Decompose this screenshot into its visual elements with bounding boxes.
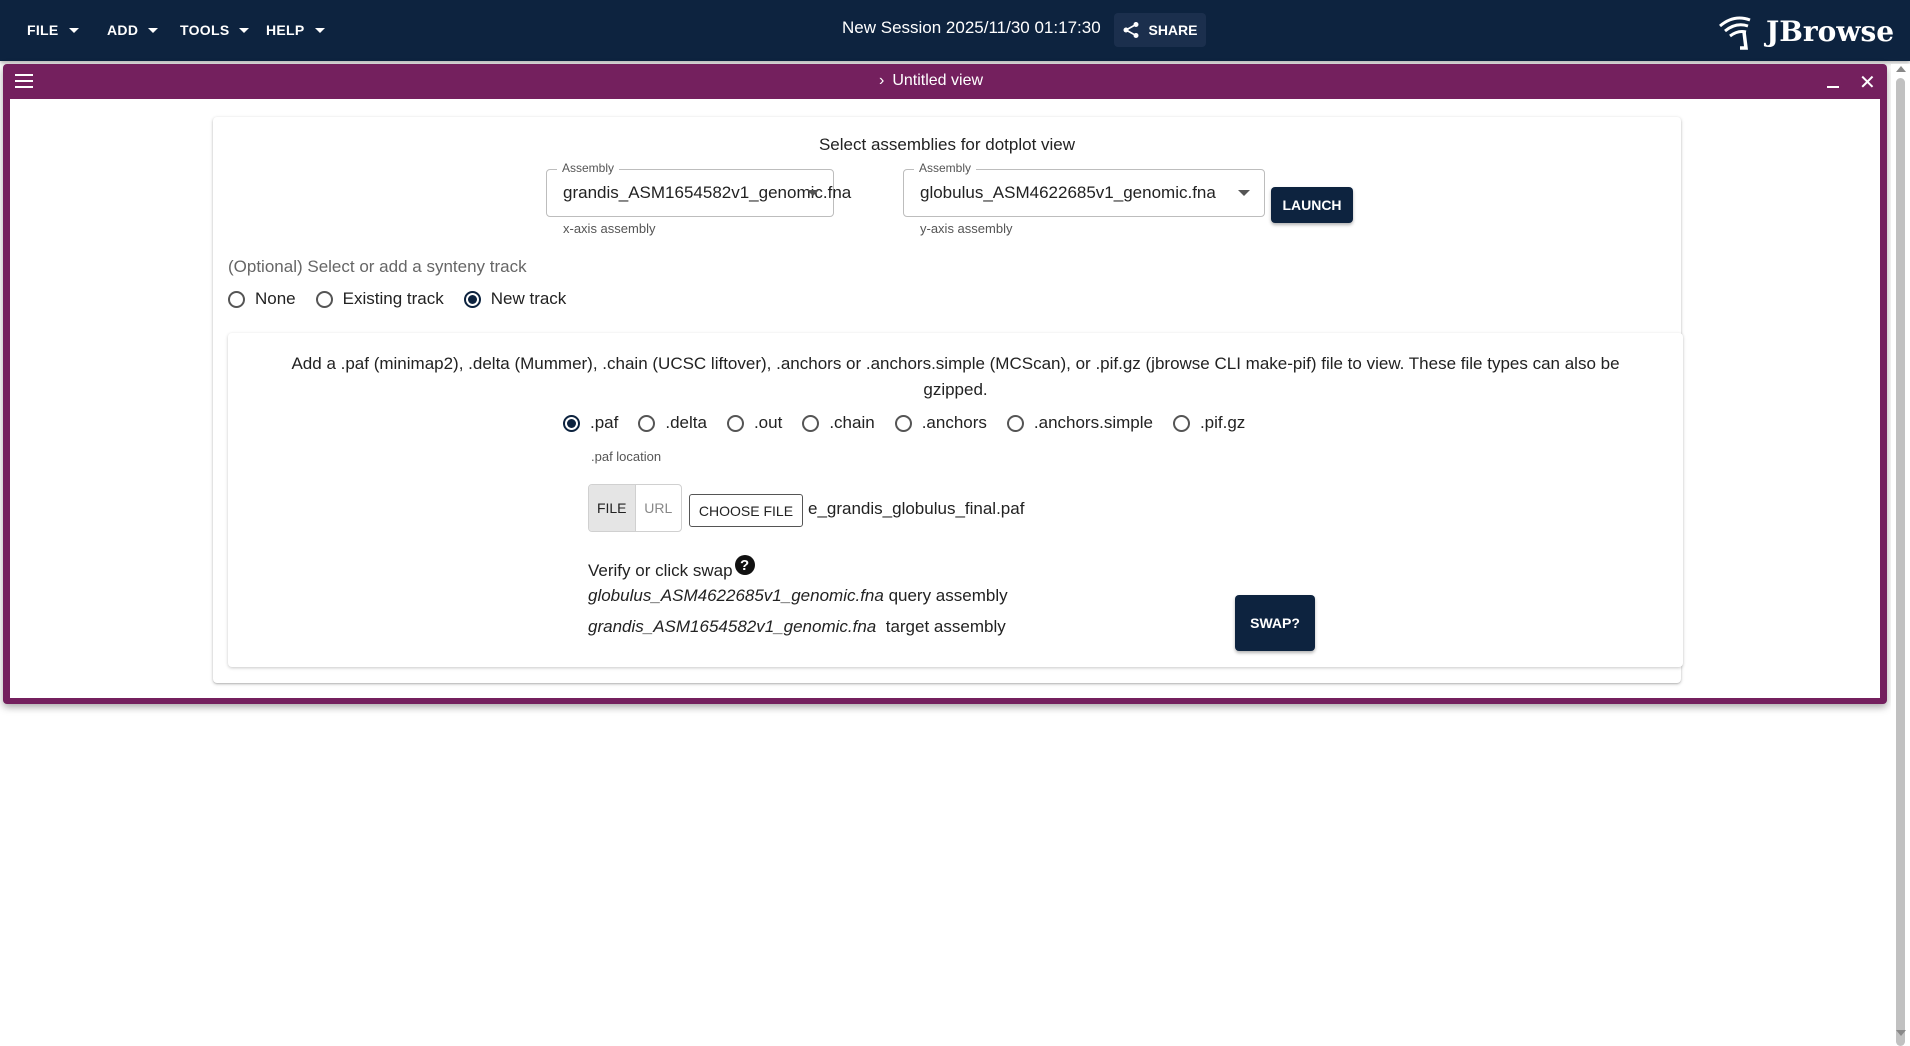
choose-file-button[interactable]: CHOOSE FILE xyxy=(689,494,803,527)
query-assembly-name: globulus_ASM4622685v1_genomic.fna xyxy=(588,586,884,605)
verify-swap-label: Verify or click swap xyxy=(588,561,733,580)
close-icon[interactable]: ✕ xyxy=(1859,70,1876,95)
track-option-label: New track xyxy=(490,289,567,308)
scroll-thumb[interactable] xyxy=(1896,78,1905,1046)
session-title[interactable]: New Session 2025/11/30 01:17:30 xyxy=(842,18,1101,38)
format-option-label: .anchors xyxy=(921,413,987,432)
scroll-down-icon[interactable] xyxy=(1896,1030,1906,1036)
page-scrollbar[interactable] xyxy=(1891,64,1910,1046)
target-assembly-suffix: target assembly xyxy=(885,617,1006,636)
swap-button[interactable]: SWAP? xyxy=(1235,595,1315,651)
help-menu-label: HELP xyxy=(266,22,305,38)
synteny-track-label: (Optional) Select or add a synteny track xyxy=(228,257,527,276)
caret-down-icon xyxy=(68,27,79,33)
x-assembly-select[interactable]: Assembly grandis_ASM1654582v1_genomic.fn… xyxy=(546,161,851,217)
track-option-new[interactable]: New track xyxy=(463,289,567,309)
radio-checked-icon xyxy=(463,290,481,308)
x-assembly-helper: x-axis assembly xyxy=(563,221,656,236)
app-bar: FILE ADD TOOLS HELP New Session 2025/11/… xyxy=(0,0,1910,61)
format-option-label: .pif.gz xyxy=(1199,413,1246,432)
radio-unchecked-icon xyxy=(1006,414,1024,432)
file-url-toggle: FILE URL xyxy=(588,484,682,532)
add-menu-button[interactable]: ADD xyxy=(107,16,159,44)
format-option-chain[interactable]: .chain xyxy=(802,413,875,433)
share-button[interactable]: SHARE xyxy=(1114,13,1206,47)
track-option-group: None Existing track New track xyxy=(228,289,586,309)
new-track-panel: Add a .paf (minimap2), .delta (Mummer), … xyxy=(228,333,1683,667)
view-title: Untitled view xyxy=(892,72,984,89)
minimize-icon[interactable] xyxy=(1827,86,1839,88)
x-assembly-label: Assembly xyxy=(557,161,620,175)
format-option-label: .delta xyxy=(665,413,707,432)
chevron-right-icon: › xyxy=(879,72,885,89)
format-option-delta[interactable]: .delta xyxy=(638,413,707,433)
track-option-existing[interactable]: Existing track xyxy=(315,289,444,309)
format-option-anchors[interactable]: .anchors xyxy=(894,413,987,433)
jbrowse-logo-icon xyxy=(1719,16,1751,50)
tools-menu-label: TOOLS xyxy=(180,22,230,38)
track-option-label: Existing track xyxy=(342,289,444,308)
caret-down-icon xyxy=(314,27,325,33)
share-label: SHARE xyxy=(1148,22,1198,38)
hamburger-menu-icon[interactable] xyxy=(15,74,33,88)
view-title-button[interactable]: › Untitled view xyxy=(879,72,983,90)
format-option-label: .chain xyxy=(829,413,875,432)
logo-text: JBrowse xyxy=(1766,14,1895,48)
file-toggle-button[interactable]: FILE xyxy=(589,485,636,531)
dotplot-view-panel: › Untitled view ✕ Select assemblies for … xyxy=(3,64,1887,704)
radio-checked-icon xyxy=(563,414,580,432)
caret-down-icon xyxy=(148,27,159,33)
help-circle-icon[interactable]: ? xyxy=(734,555,755,575)
radio-unchecked-icon xyxy=(638,414,656,432)
radio-unchecked-icon xyxy=(228,290,245,308)
card-heading: Select assemblies for dotplot view xyxy=(818,135,1076,154)
launch-button[interactable]: LAUNCH xyxy=(1271,187,1353,223)
view-header: › Untitled view ✕ xyxy=(3,64,1887,99)
view-body: Select assemblies for dotplot view Assem… xyxy=(10,99,1880,698)
target-assembly-name: grandis_ASM1654582v1_genomic.fna xyxy=(588,617,877,636)
target-assembly-line: grandis_ASM1654582v1_genomic.fna target … xyxy=(588,617,1006,637)
radio-unchecked-icon xyxy=(802,414,820,432)
y-assembly-helper: y-axis assembly xyxy=(920,221,1013,236)
format-option-anchors-simple[interactable]: .anchors.simple xyxy=(1006,413,1153,433)
selected-file-name: e_grandis_globulus_final.paf xyxy=(808,499,1025,518)
file-location-label: .paf location xyxy=(591,449,662,464)
verify-swap-row: Verify or click swap ? xyxy=(588,555,755,581)
y-assembly-select[interactable]: Assembly globulus_ASM4622685v1_genomic.f… xyxy=(903,161,1265,217)
add-menu-label: ADD xyxy=(107,22,139,38)
track-option-label: None xyxy=(255,289,296,308)
y-assembly-label: Assembly xyxy=(914,161,977,175)
file-menu-button[interactable]: FILE xyxy=(27,16,79,44)
caret-down-icon xyxy=(239,27,250,33)
new-track-description: Add a .paf (minimap2), .delta (Mummer), … xyxy=(291,354,1620,399)
format-option-out[interactable]: .out xyxy=(726,413,783,433)
query-assembly-line: globulus_ASM4622685v1_genomic.fna query … xyxy=(588,586,1008,606)
share-icon xyxy=(1123,22,1139,38)
url-toggle-button[interactable]: URL xyxy=(636,485,682,531)
format-option-label: .anchors.simple xyxy=(1033,413,1153,432)
jbrowse-logo: JBrowse xyxy=(1716,12,1894,50)
format-option-pif-gz[interactable]: .pif.gz xyxy=(1172,413,1246,433)
format-option-label: .paf xyxy=(590,413,619,432)
chevron-down-icon xyxy=(1238,190,1250,196)
format-option-paf[interactable]: .paf xyxy=(563,413,618,433)
format-option-group: .paf .delta .out .chain .anchors .anchor… xyxy=(563,413,1265,433)
query-assembly-suffix: query assembly xyxy=(888,586,1008,605)
file-menu-label: FILE xyxy=(27,22,59,38)
radio-unchecked-icon xyxy=(1172,414,1190,432)
radio-unchecked-icon xyxy=(315,290,333,308)
scroll-up-icon[interactable] xyxy=(1896,66,1906,72)
format-option-label: .out xyxy=(753,413,783,432)
chevron-down-icon xyxy=(807,190,819,196)
y-assembly-value: globulus_ASM4622685v1_genomic.fna xyxy=(920,183,1216,202)
track-option-none[interactable]: None xyxy=(228,289,296,309)
tools-menu-button[interactable]: TOOLS xyxy=(180,16,250,44)
help-menu-button[interactable]: HELP xyxy=(266,16,325,44)
assembly-selector-card: Select assemblies for dotplot view Assem… xyxy=(213,117,1683,683)
radio-unchecked-icon xyxy=(726,414,744,432)
radio-unchecked-icon xyxy=(894,414,912,432)
